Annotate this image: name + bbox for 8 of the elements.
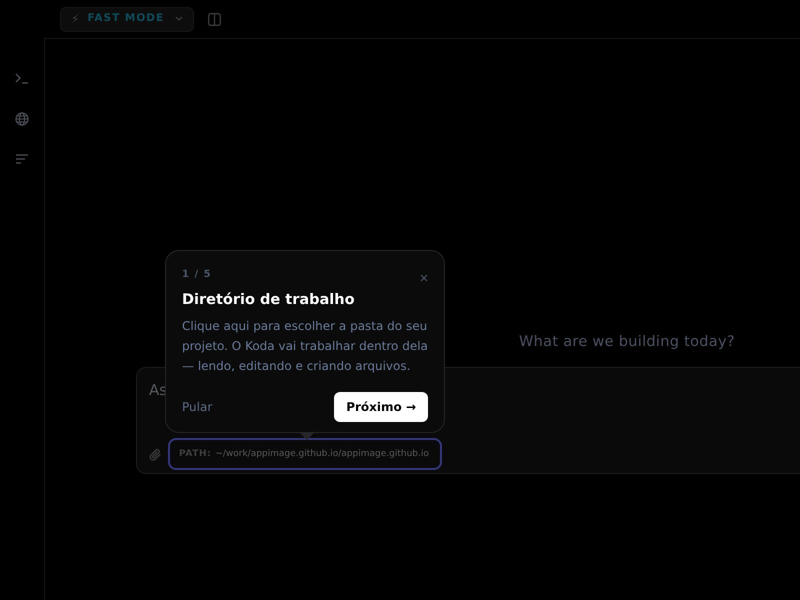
next-button[interactable]: Próximo → <box>334 392 428 422</box>
step-counter: 1 / 5 <box>182 268 213 282</box>
path-value: ~/work/appimage.github.io/appimage.github.io <box>215 448 429 461</box>
bolt-icon: ⚡ <box>71 10 80 28</box>
fast-mode-button[interactable]: ⚡ FAST MODE <box>60 6 194 32</box>
welcome-heading: What are we building today? <box>519 334 735 352</box>
tour-title: Diretório de trabalho <box>182 291 356 310</box>
skip-link[interactable]: Pular <box>182 398 212 416</box>
